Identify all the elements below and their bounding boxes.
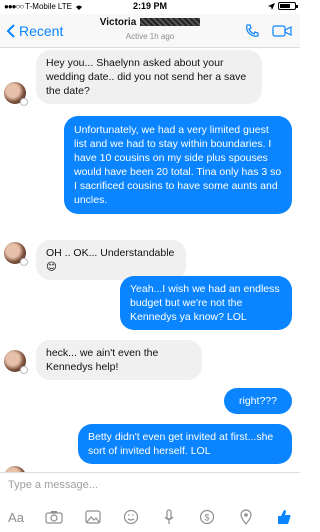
- active-status: Active 1h ago: [125, 32, 175, 41]
- message-bubble-outgoing[interactable]: right???: [224, 388, 292, 414]
- video-call-icon[interactable]: [272, 23, 292, 39]
- microphone-icon[interactable]: [159, 507, 179, 527]
- sticker-icon[interactable]: [121, 507, 141, 527]
- contact-avatar[interactable]: [4, 242, 28, 266]
- message-bubble-incoming[interactable]: OH .. OK... Understandable 😊: [36, 240, 186, 280]
- back-label: Recent: [19, 23, 64, 39]
- back-button[interactable]: Recent: [6, 23, 63, 39]
- composer: Type a message... Aa $: [0, 472, 300, 532]
- location-icon[interactable]: [236, 507, 256, 527]
- messenger-badge-icon: [20, 98, 28, 106]
- composer-toolbar: Aa $: [6, 507, 294, 527]
- payment-icon[interactable]: $: [197, 507, 217, 527]
- photo-icon[interactable]: [83, 507, 103, 527]
- camera-icon[interactable]: [44, 507, 64, 527]
- message-bubble-outgoing[interactable]: Unfortunately, we had a very limited gue…: [64, 116, 292, 214]
- contact-name[interactable]: Victoria: [90, 17, 210, 28]
- text-icon[interactable]: Aa: [6, 507, 26, 527]
- message-bubble-outgoing[interactable]: Betty didn't even get invited at first..…: [78, 424, 292, 464]
- message-input[interactable]: Type a message...: [8, 479, 98, 491]
- location-arrow-icon: [268, 2, 275, 10]
- messenger-badge-icon: [20, 258, 28, 266]
- contact-avatar[interactable]: [4, 350, 28, 374]
- message-bubble-outgoing[interactable]: Yeah...I wish we had an endless budget b…: [120, 276, 292, 330]
- messenger-badge-icon: [20, 366, 28, 374]
- contact-avatar[interactable]: [4, 82, 28, 106]
- status-bar: ●●●○○ T-Mobile LTE 2:19 PM: [0, 0, 300, 14]
- redaction-mark: [140, 18, 201, 27]
- message-bubble-incoming[interactable]: heck... we ain't even the Kennedys help!: [36, 340, 202, 380]
- contact-name-text: Victoria: [99, 17, 137, 28]
- phone-icon[interactable]: [244, 23, 260, 39]
- svg-text:$: $: [205, 513, 210, 523]
- battery-icon: [278, 2, 298, 10]
- message-bubble-incoming[interactable]: Hey you... Shaelynn asked about your wed…: [36, 50, 262, 104]
- like-icon[interactable]: [274, 507, 294, 527]
- conversation-header: Recent Victoria Active 1h ago: [0, 14, 300, 48]
- chevron-left-icon: [6, 24, 15, 38]
- status-time: 2:19 PM: [132, 1, 167, 11]
